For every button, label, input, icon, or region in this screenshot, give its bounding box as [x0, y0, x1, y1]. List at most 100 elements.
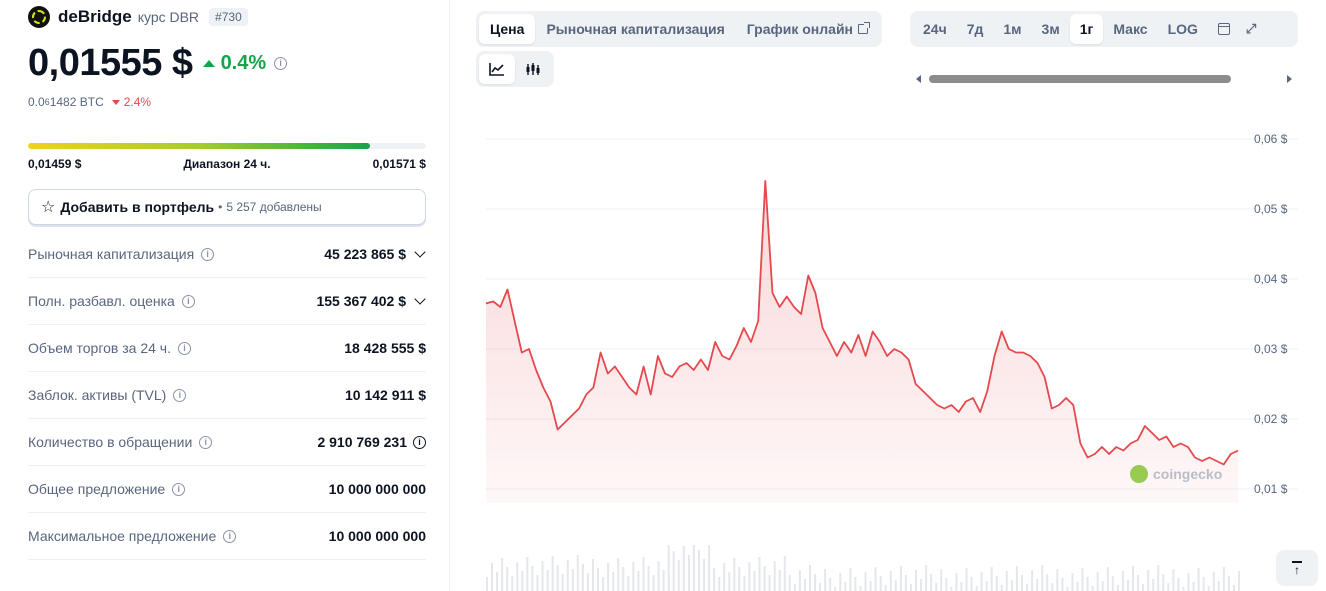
line-chart-button[interactable] — [479, 54, 515, 84]
volume-bar — [526, 557, 529, 591]
tab-range-24h[interactable]: 24ч — [913, 14, 957, 44]
volume-bar — [1227, 576, 1230, 591]
tab-live-chart[interactable]: График онлайн — [736, 14, 879, 44]
tab-range-1y[interactable]: 1г — [1069, 14, 1104, 44]
volume-bar — [758, 557, 761, 591]
volume-bar — [864, 572, 867, 591]
volume-bar — [1061, 578, 1064, 591]
info-icon[interactable]: i — [413, 435, 426, 449]
stat-value: 2 910 769 231 — [317, 434, 407, 450]
range-slider-thumb[interactable] — [929, 75, 1231, 83]
stat-row-circulating-supply: Количество в обращении i 2 910 769 231 i — [28, 419, 426, 466]
volume-bar — [824, 569, 827, 591]
tab-range-1m[interactable]: 1м — [993, 14, 1031, 44]
external-link-icon — [858, 22, 871, 34]
coingecko-logo-icon — [1130, 465, 1148, 483]
volume-bar — [874, 567, 877, 591]
volume-bar — [566, 560, 569, 591]
volume-bar — [622, 567, 625, 591]
stat-label: Количество в обращении — [28, 434, 193, 450]
stat-value: 155 367 402 $ — [316, 293, 406, 309]
stat-row-volume: Объем торгов за 24 ч. i 18 428 555 $ — [28, 325, 426, 372]
stat-row-total-supply: Общее предложение i 10 000 000 000 — [28, 466, 426, 513]
stat-label: Общее предложение — [28, 481, 166, 497]
volume-bar — [753, 571, 756, 591]
info-icon[interactable]: i — [199, 435, 213, 449]
volume-bar — [950, 587, 953, 591]
range-slider[interactable] — [914, 72, 1294, 86]
volume-bar — [995, 576, 998, 591]
volume-bar — [1152, 579, 1155, 591]
volume-bar — [687, 555, 690, 591]
volume-bar — [884, 585, 887, 591]
volume-bar — [738, 567, 741, 591]
caret-up-icon — [202, 59, 215, 67]
price-chart-svg: 0,06 $ 0,05 $ 0,04 $ 0,03 $ 0,02 $ 0,01 $ — [485, 132, 1298, 591]
volume-bar — [829, 578, 832, 591]
volume-bar — [1187, 573, 1190, 591]
tab-price[interactable]: Цена — [479, 14, 536, 44]
volume-bar — [592, 559, 594, 591]
volume-bar — [1116, 585, 1119, 591]
volume-bar — [1071, 573, 1074, 591]
volume-bar — [672, 551, 675, 591]
volume-bar — [1046, 574, 1049, 591]
volume-bar — [586, 573, 589, 591]
chevron-down-icon[interactable] — [414, 246, 426, 258]
stats-table: Рыночная капитализация i 45 223 865 $ Пол… — [28, 231, 426, 560]
info-icon[interactable]: i — [177, 341, 191, 355]
volume-bar — [1197, 568, 1200, 591]
volume-bar — [1101, 581, 1104, 591]
volume-bar — [1051, 583, 1054, 591]
volume-bar — [1005, 571, 1008, 591]
info-icon[interactable]: i — [181, 294, 195, 308]
stat-row-fdv: Полн. разбавл. оценка i 155 367 402 $ — [28, 278, 426, 325]
info-icon[interactable]: i — [172, 482, 186, 496]
coin-subtitle: курс DBR — [137, 9, 200, 25]
volume-bar — [657, 561, 660, 591]
info-icon[interactable]: i — [274, 56, 288, 70]
candlestick-chart-button[interactable] — [515, 54, 551, 84]
volume-bar — [1081, 568, 1084, 591]
chevron-down-icon[interactable] — [414, 293, 426, 305]
volume-bar — [783, 556, 786, 591]
volume-bar — [1026, 584, 1028, 591]
info-icon[interactable]: i — [223, 529, 237, 543]
volume-bar — [1036, 579, 1039, 591]
add-to-portfolio-button[interactable]: ☆ Добавить в портфель • 5 257 добавлены — [28, 189, 426, 225]
volume-bar — [1066, 587, 1069, 591]
coin-header: deBridge курс DBR #730 — [28, 6, 248, 28]
stat-label: Объем торгов за 24 ч. — [28, 340, 171, 356]
tab-range-max[interactable]: Макс — [1103, 14, 1157, 44]
volume-bar — [682, 546, 685, 591]
volume-bar — [662, 570, 665, 591]
volume-bar — [491, 563, 493, 591]
expand-icon[interactable]: ⤢ — [1240, 14, 1262, 44]
arrow-up-icon: ↑ — [1294, 563, 1300, 577]
volume-bar — [1192, 582, 1195, 591]
btc-price-row: 0.0 6 1482 BTC 2.4% — [28, 95, 151, 109]
volume-bar — [763, 566, 766, 591]
calendar-icon[interactable] — [1217, 23, 1230, 35]
volume-bar — [793, 584, 796, 591]
range-24h-fill — [28, 143, 371, 149]
info-icon[interactable]: i — [173, 388, 187, 402]
price-chart[interactable]: 0,06 $ 0,05 $ 0,04 $ 0,03 $ 0,02 $ 0,01 $ coi… — [476, 120, 1306, 591]
volume-bar — [879, 576, 882, 591]
volume-bar — [834, 587, 837, 591]
info-icon[interactable]: i — [201, 247, 215, 261]
volume-bar — [1015, 566, 1018, 591]
scroll-left-icon[interactable] — [916, 75, 921, 83]
tab-market-cap[interactable]: Рыночная капитализация — [535, 14, 735, 44]
volume-bar — [788, 575, 791, 591]
volume-bar — [652, 575, 655, 591]
scroll-right-icon[interactable] — [1287, 75, 1292, 83]
scroll-to-top-button[interactable]: ↑ — [1276, 550, 1318, 586]
volume-bar — [1222, 567, 1225, 591]
volume-bar — [647, 566, 650, 591]
tab-range-7d[interactable]: 7д — [957, 14, 994, 44]
volume-bar — [703, 559, 705, 591]
volume-bar — [692, 545, 695, 591]
tab-range-3m[interactable]: 3м — [1032, 14, 1070, 44]
tab-log-scale[interactable]: LOG — [1158, 14, 1208, 44]
